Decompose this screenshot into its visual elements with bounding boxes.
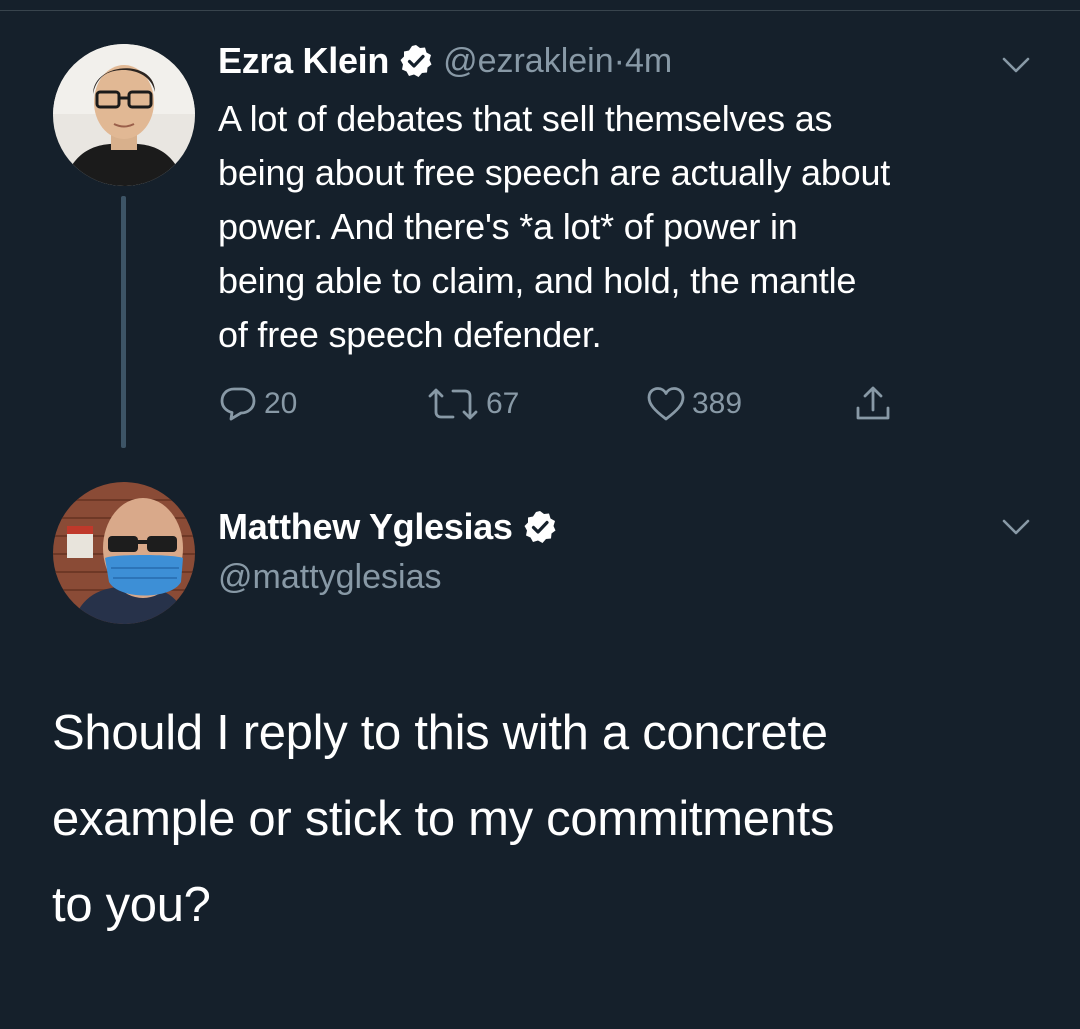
reply-text-line: to you? <box>52 878 211 932</box>
tweet-text-line: of free speech defender. <box>218 314 602 355</box>
reply-tweet-text: Should I reply to this with a concrete e… <box>52 690 1052 948</box>
verified-badge-icon <box>523 510 557 544</box>
like-button[interactable]: 389 <box>646 384 742 424</box>
avatar-matthew-yglesias[interactable] <box>53 482 195 624</box>
display-name[interactable]: Ezra Klein <box>218 40 389 82</box>
tweet-text: A lot of debates that sell themselves as… <box>218 92 1048 362</box>
verified-badge-icon <box>399 44 433 78</box>
handle[interactable]: @ezraklein <box>443 42 614 81</box>
display-name[interactable]: Matthew Yglesias <box>218 506 513 548</box>
reply-button[interactable]: 20 <box>218 384 297 424</box>
time-separator: · <box>613 41 625 80</box>
timestamp[interactable]: 4m <box>625 42 672 81</box>
chevron-down-icon[interactable] <box>1001 55 1031 75</box>
share-button[interactable] <box>853 384 893 424</box>
top-divider <box>0 10 1080 11</box>
chevron-down-icon[interactable] <box>1001 517 1031 537</box>
retweet-button[interactable]: 67 <box>426 384 519 424</box>
tweet-text-line: A lot of debates that sell themselves as <box>218 98 833 139</box>
like-count: 389 <box>692 387 743 420</box>
reply-icon <box>218 385 258 423</box>
reply-text-line: Should I reply to this with a concrete <box>52 706 828 760</box>
tweet-header: Ezra Klein @ezraklein · 4m <box>218 38 672 84</box>
share-icon <box>853 384 893 424</box>
avatar-ezra-klein[interactable] <box>53 44 195 186</box>
tweet-text-line: power. And there's *a lot* of power in <box>218 206 798 247</box>
heart-icon <box>646 385 686 423</box>
tweet-text-line: being able to claim, and hold, the mantl… <box>218 260 857 301</box>
retweet-icon <box>426 385 480 423</box>
retweet-count: 67 <box>486 387 520 420</box>
reply-text-line: example or stick to my commitments <box>52 792 835 846</box>
thread-connector-line <box>121 196 126 448</box>
reply-count: 20 <box>264 387 298 420</box>
handle[interactable]: @mattyglesias <box>218 558 441 597</box>
reply-tweet-header: Matthew Yglesias <box>218 504 567 550</box>
tweet-text-line: being about free speech are actually abo… <box>218 152 891 193</box>
